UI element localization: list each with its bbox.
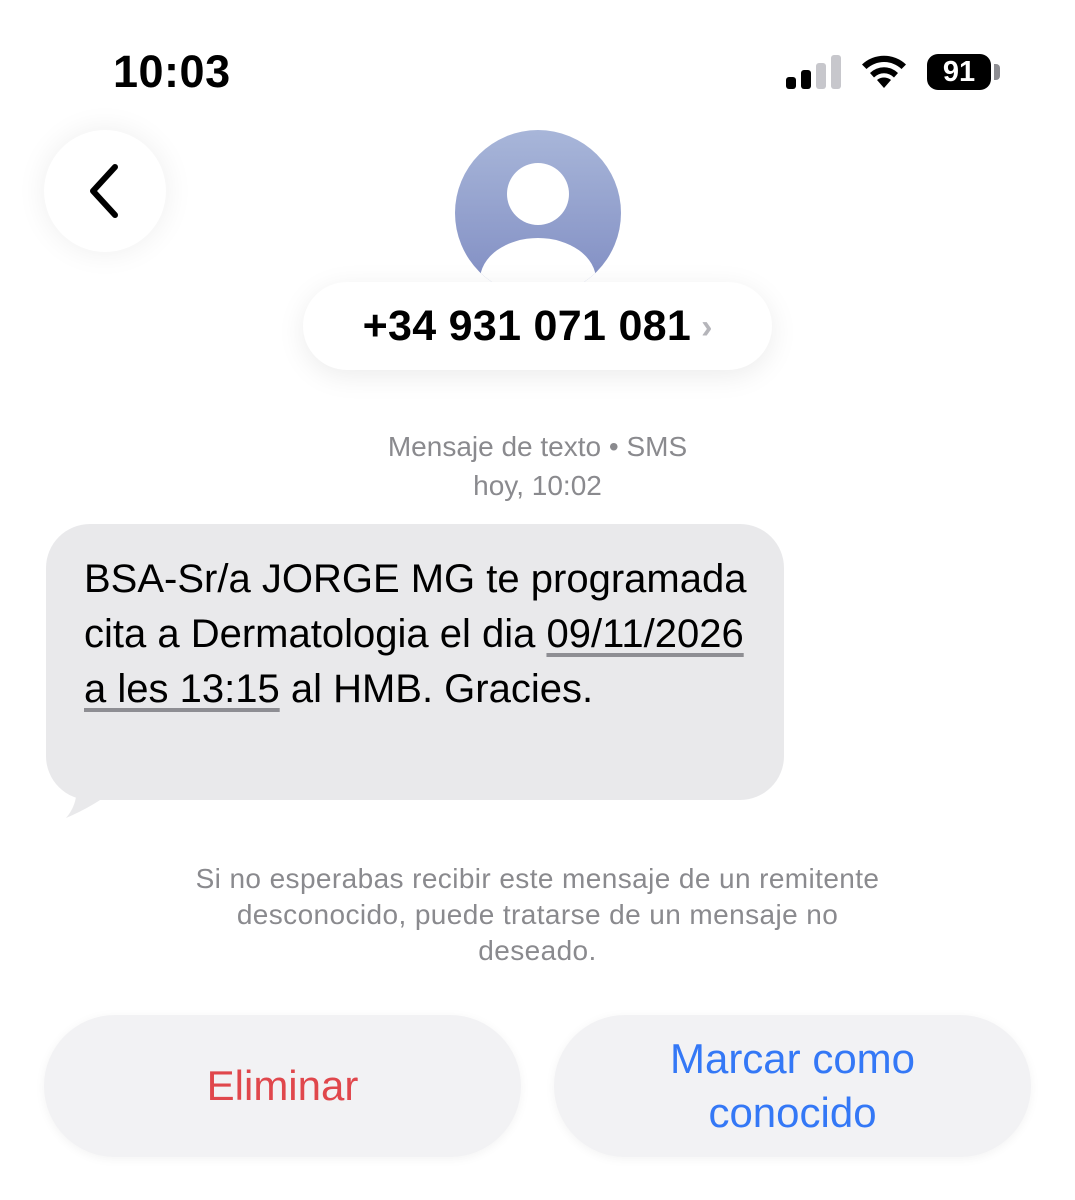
chevron-left-icon [90, 164, 118, 218]
contact-header-button[interactable]: +34 931 071 081 › [303, 282, 772, 370]
status-time: 10:03 [113, 46, 231, 97]
battery-icon: 91 [927, 54, 991, 90]
date-link[interactable]: 09/11/2026 [546, 612, 743, 656]
chevron-right-icon: › [701, 307, 713, 346]
message-text-part3: al HMB. Gracies. [279, 667, 594, 711]
back-button[interactable] [44, 130, 166, 252]
contact-number: +34 931 071 081 [362, 301, 692, 350]
delete-button[interactable]: Eliminar [44, 1015, 521, 1157]
battery-level: 91 [942, 56, 976, 88]
contact-avatar[interactable] [455, 130, 621, 296]
message-timestamp: hoy, 10:02 [473, 470, 602, 501]
battery-tip [994, 64, 1000, 80]
message-text: BSA-Sr/a JORGE MG te programada cita a D… [84, 552, 774, 717]
unknown-sender-warning: Si no esperabas recibir este mensaje de … [195, 863, 880, 966]
delete-button-label: Eliminar [206, 1062, 359, 1109]
person-silhouette-icon [480, 163, 596, 296]
cellular-signal-icon [786, 55, 841, 89]
time-link[interactable]: a les 13:15 [84, 667, 280, 711]
message-type-label: Mensaje de texto • SMS [387, 431, 688, 462]
wifi-icon [862, 55, 906, 88]
mark-as-known-button[interactable]: Marcar como conocido [554, 1015, 1031, 1157]
mark-as-known-label: Marcar como conocido [669, 1035, 916, 1136]
